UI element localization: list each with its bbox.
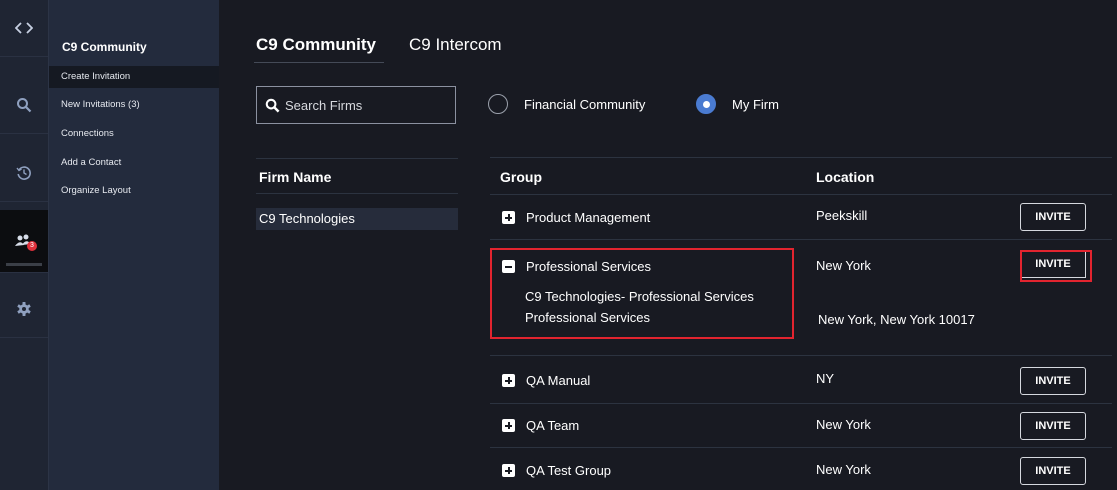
radio-label-my-firm: My Firm: [732, 96, 779, 112]
groups-table-header: Group Location: [490, 157, 1112, 195]
firm-name-header: Firm Name: [256, 158, 458, 194]
table-row-expanded: Professional Services New York INVITE C9…: [490, 240, 1112, 356]
radio-button-on[interactable]: [696, 94, 716, 114]
nav-item-connections[interactable]: Connections: [49, 123, 219, 145]
main-content: C9 Community C9 Intercom Financial Commu…: [220, 0, 1117, 490]
invite-button[interactable]: INVITE: [1020, 457, 1086, 485]
nav-item-organize-layout[interactable]: Organize Layout: [49, 180, 219, 202]
group-location: New York: [816, 258, 871, 273]
group-location: New York: [816, 417, 871, 432]
radio-label-financial-community: Financial Community: [524, 96, 646, 112]
nav-item-create-invitation[interactable]: Create Invitation: [49, 66, 219, 88]
settings-nav-button[interactable]: [0, 281, 48, 338]
invite-button[interactable]: INVITE: [1020, 412, 1086, 440]
active-tab-underline: [254, 62, 384, 63]
group-column-header: Group: [500, 169, 542, 185]
radio-button-off[interactable]: [488, 94, 508, 114]
table-row: QA Test Group New York INVITE: [490, 448, 1112, 490]
search-nav-button[interactable]: [0, 77, 48, 134]
nav-item-add-contact[interactable]: Add a Contact: [49, 152, 219, 174]
icon-rail: 3: [0, 0, 49, 490]
group-name: QA Team: [526, 418, 580, 433]
search-firms-box[interactable]: [256, 86, 456, 124]
expand-plus-icon[interactable]: [502, 211, 515, 224]
group-name: QA Manual: [526, 373, 591, 388]
group-name: QA Test Group: [526, 463, 612, 478]
table-row: QA Team New York INVITE: [490, 404, 1112, 448]
location-column-header: Location: [816, 169, 875, 185]
radio-my-firm[interactable]: My Firm: [696, 94, 779, 114]
nav-item-new-invitations[interactable]: New Invitations (3): [49, 94, 219, 116]
notification-badge: 3: [27, 241, 37, 251]
group-location: NY: [816, 371, 835, 386]
group-toggle[interactable]: Product Management: [502, 210, 650, 225]
member-group-name: Professional Services: [525, 310, 650, 325]
table-row: QA Manual NY INVITE: [490, 356, 1112, 404]
radio-financial-community[interactable]: Financial Community: [488, 94, 645, 114]
community-nav-panel: C9 Community Create Invitation New Invit…: [49, 0, 219, 490]
group-name: Product Management: [526, 210, 651, 225]
search-firms-input[interactable]: [280, 97, 455, 113]
group-location: New York: [816, 462, 871, 477]
collapse-minus-icon[interactable]: [502, 260, 515, 273]
table-row: Product Management Peekskill INVITE: [490, 195, 1112, 240]
tab-c9-intercom[interactable]: C9 Intercom: [409, 35, 502, 55]
group-toggle[interactable]: Professional Services: [502, 259, 651, 274]
group-toggle[interactable]: QA Team: [502, 418, 579, 433]
community-nav-button[interactable]: 3: [0, 210, 48, 273]
code-toggle-button[interactable]: [0, 0, 48, 57]
history-icon: [16, 166, 31, 180]
tab-c9-community[interactable]: C9 Community: [256, 35, 376, 55]
member-firm-name: C9 Technologies- Professional Services: [525, 289, 754, 304]
invite-button[interactable]: INVITE: [1020, 367, 1086, 395]
expand-plus-icon[interactable]: [502, 464, 515, 477]
group-toggle[interactable]: QA Test Group: [502, 463, 611, 478]
group-toggle[interactable]: QA Manual: [502, 373, 590, 388]
search-icon: [265, 98, 280, 112]
expand-plus-icon[interactable]: [502, 374, 515, 387]
expand-plus-icon[interactable]: [502, 419, 515, 432]
history-nav-button[interactable]: [0, 145, 48, 202]
invite-button[interactable]: INVITE: [1020, 203, 1086, 231]
group-location: Peekskill: [816, 208, 868, 223]
group-name: Professional Services: [526, 259, 651, 274]
nav-title: C9 Community: [62, 40, 147, 54]
firm-row-selected[interactable]: C9 Technologies: [256, 208, 458, 230]
invite-button[interactable]: INVITE: [1020, 250, 1086, 278]
member-location: New York, New York 10017: [818, 312, 975, 327]
search-icon: [17, 98, 32, 113]
code-toggle-icon: [15, 22, 33, 34]
gear-icon: [17, 302, 31, 316]
